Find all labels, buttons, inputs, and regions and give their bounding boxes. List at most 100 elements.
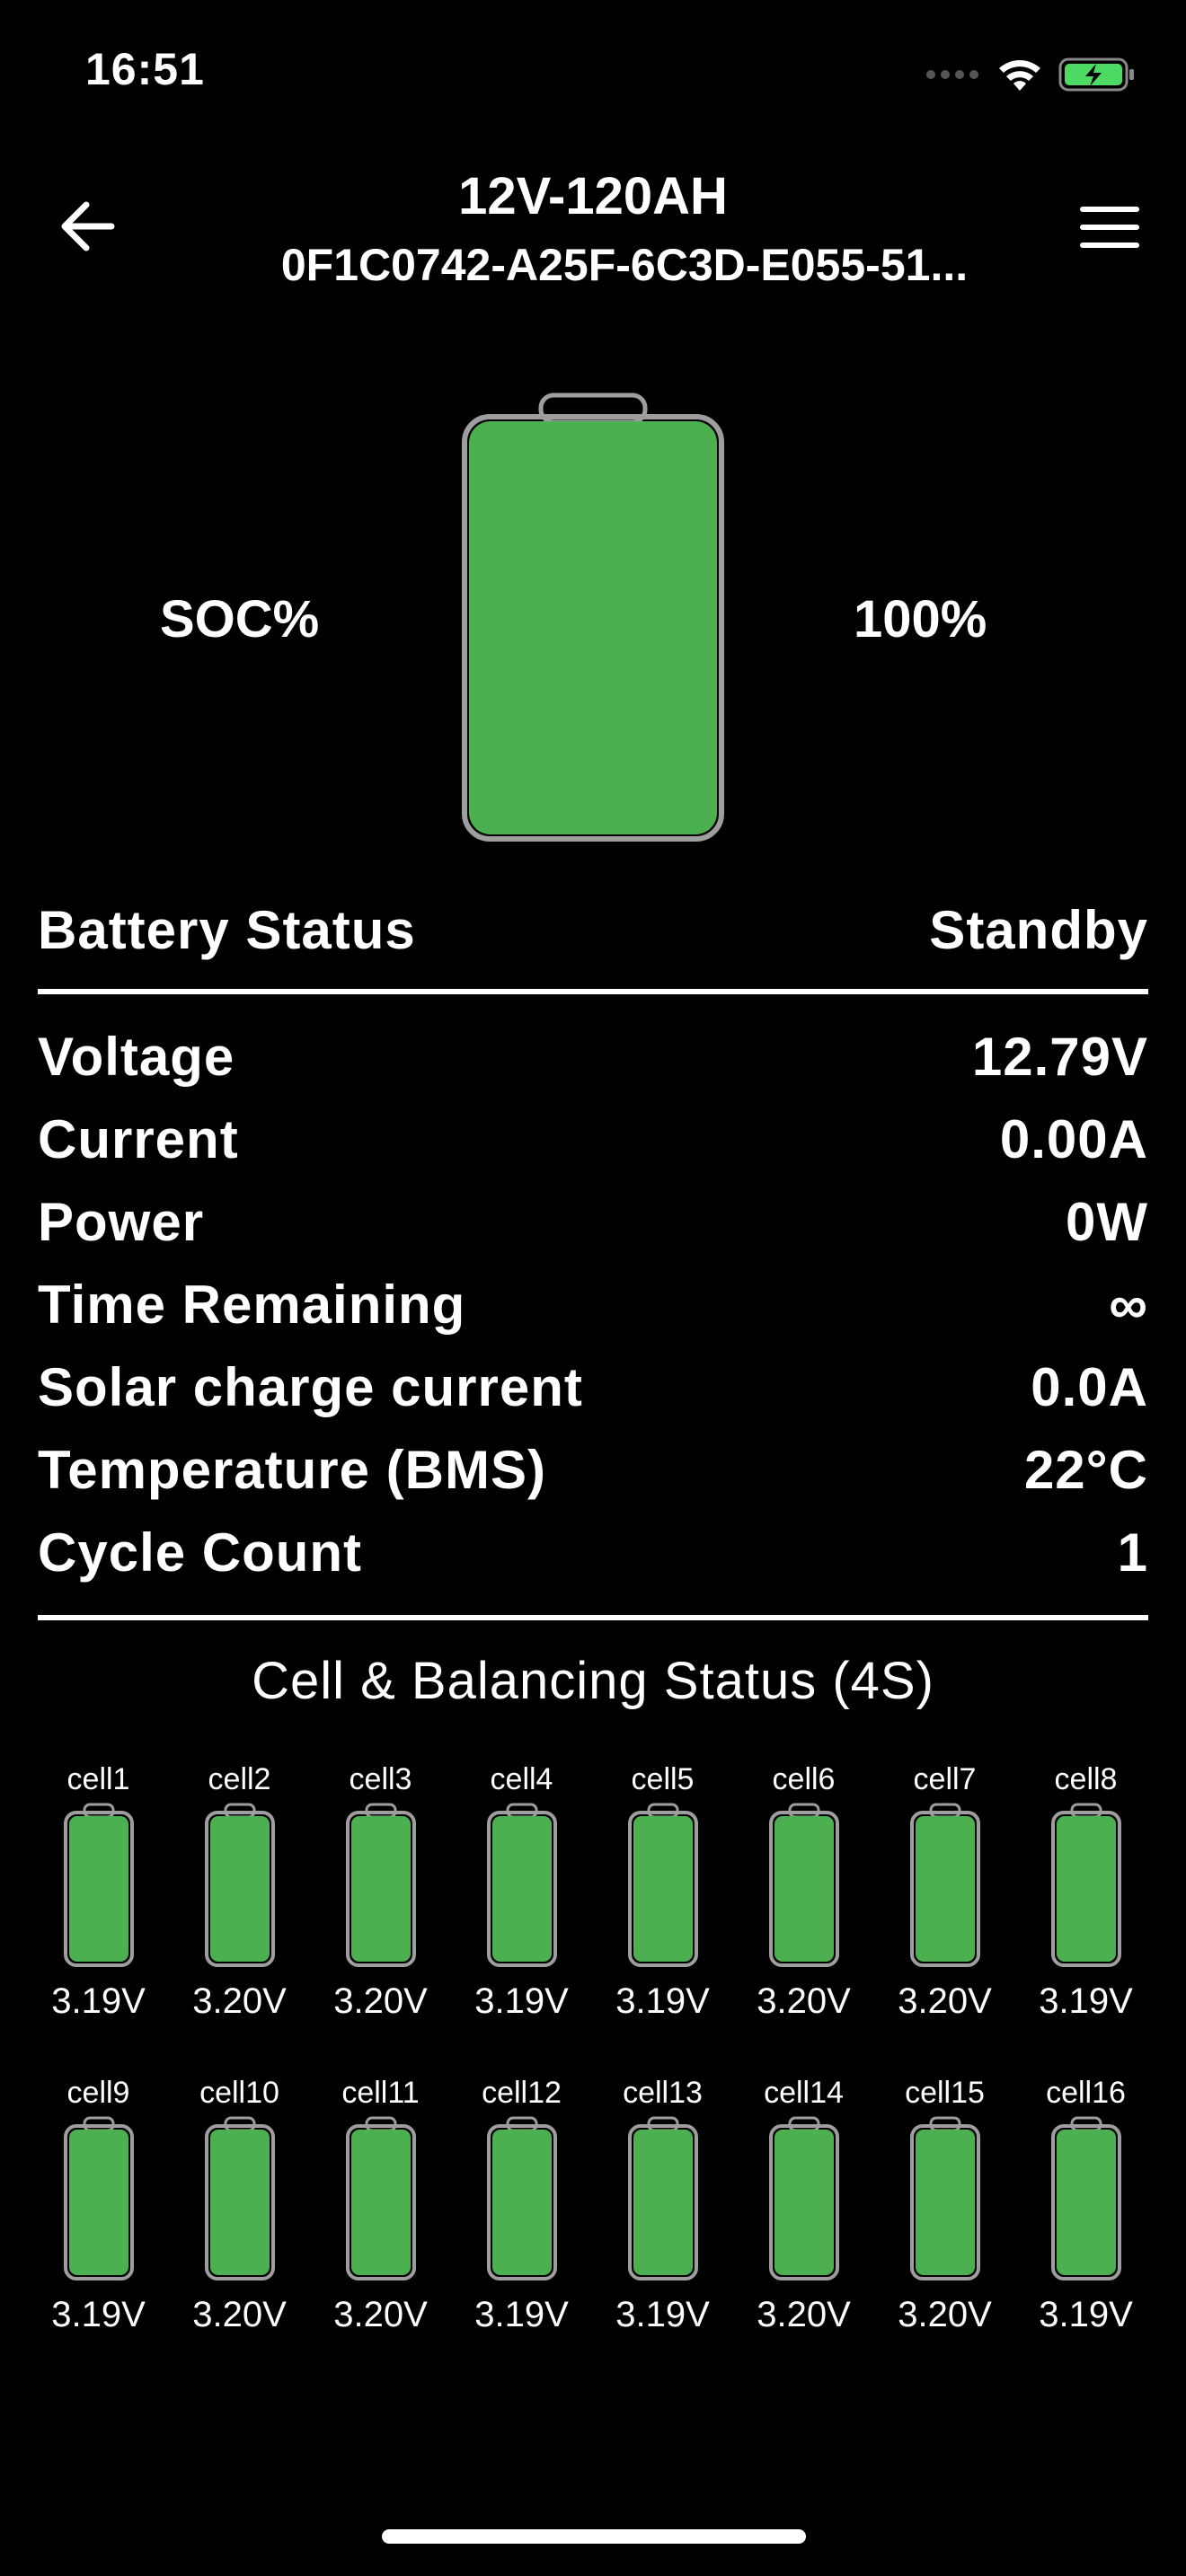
status-icons: [925, 52, 1136, 97]
cellular-signal-icon: [926, 70, 978, 79]
cell-name: cell3: [349, 1762, 412, 1796]
cell-name: cell7: [913, 1762, 977, 1796]
cell-battery-icon: [767, 1802, 841, 1969]
cell-battery-icon: [485, 1802, 559, 1969]
menu-button[interactable]: [1078, 205, 1141, 250]
cell-voltage: 3.19V: [1039, 2295, 1133, 2334]
cell-voltage: 3.19V: [51, 1981, 146, 2021]
metric-value: 12.79V: [971, 1026, 1148, 1087]
metric-label: Power: [38, 1191, 205, 1252]
metric-value: 0.00A: [999, 1108, 1148, 1169]
metric-row-power: Power 0W: [38, 1186, 1148, 1257]
home-indicator[interactable]: [382, 2529, 806, 2544]
cell-battery-icon: [62, 1802, 136, 1969]
cell-name: cell14: [764, 2076, 844, 2110]
cell-name: cell9: [66, 2076, 130, 2110]
soc-value: 100%: [854, 590, 987, 648]
battery-status-row: Battery Status Standby: [38, 894, 1148, 966]
cell-voltage: 3.20V: [898, 2295, 992, 2334]
cell-name: cell6: [772, 1762, 836, 1796]
cell-voltage: 3.20V: [898, 1981, 992, 2021]
cells-section-title: Cell & Balancing Status (4S): [252, 1652, 934, 1710]
cell-battery-icon: [767, 2115, 841, 2282]
cell-item: cell9 3.19V: [28, 2070, 169, 2367]
cell-item: cell2 3.20V: [169, 1757, 310, 2053]
cell-voltage: 3.20V: [333, 1981, 428, 2021]
cell-item: cell11 3.20V: [310, 2070, 451, 2367]
battery-status-label: Battery Status: [38, 899, 416, 960]
metric-value: ∞: [1109, 1274, 1148, 1335]
metric-label: Cycle Count: [38, 1522, 363, 1583]
cell-battery-icon: [908, 1802, 982, 1969]
metric-value: 1: [1117, 1522, 1148, 1583]
metric-row-voltage: Voltage 12.79V: [38, 1020, 1148, 1092]
cell-name: cell13: [623, 2076, 703, 2110]
metric-label: Current: [38, 1108, 239, 1169]
metric-label: Solar charge current: [38, 1356, 583, 1417]
cell-name: cell15: [905, 2076, 985, 2110]
cell-name: cell10: [199, 2076, 279, 2110]
metric-value: 0.0A: [1031, 1356, 1148, 1417]
cell-voltage: 3.19V: [474, 2295, 569, 2334]
divider: [38, 1615, 1148, 1620]
cell-item: cell1 3.19V: [28, 1757, 169, 2053]
cell-voltage: 3.20V: [757, 1981, 851, 2021]
metric-label: Time Remaining: [38, 1274, 466, 1335]
cell-battery-icon: [485, 2115, 559, 2282]
soc-fill: [469, 421, 717, 834]
soc-label: SOC%: [160, 590, 320, 648]
cell-name: cell5: [631, 1762, 695, 1796]
divider: [38, 989, 1148, 994]
cell-battery-icon: [203, 1802, 277, 1969]
cell-item: cell10 3.20V: [169, 2070, 310, 2367]
cell-voltage: 3.19V: [1039, 1981, 1133, 2021]
cell-item: cell15 3.20V: [874, 2070, 1015, 2367]
cell-battery-icon: [908, 2115, 982, 2282]
metric-row-solar-current: Solar charge current 0.0A: [38, 1351, 1148, 1423]
device-id: 0F1C0742-A25F-6C3D-E055-51...: [280, 240, 969, 290]
cell-battery-icon: [344, 2115, 418, 2282]
cell-voltage: 3.20V: [192, 1981, 287, 2021]
cell-battery-icon: [62, 2115, 136, 2282]
cell-battery-icon: [203, 2115, 277, 2282]
cell-voltage: 3.19V: [474, 1981, 569, 2021]
cell-item: cell6 3.20V: [733, 1757, 874, 2053]
cell-item: cell16 3.19V: [1015, 2070, 1156, 2367]
cell-item: cell12 3.19V: [451, 2070, 592, 2367]
cell-name: cell11: [341, 2076, 420, 2110]
cell-item: cell7 3.20V: [874, 1757, 1015, 2053]
hamburger-menu-icon: [1080, 207, 1139, 248]
cell-voltage: 3.20V: [757, 2295, 851, 2334]
wifi-icon: [999, 60, 1040, 91]
page-title: 12V-120AH: [458, 167, 728, 225]
cell-name: cell4: [490, 1762, 553, 1796]
cell-battery-icon: [1049, 2115, 1123, 2282]
metric-row-time-remaining: Time Remaining ∞: [38, 1268, 1148, 1340]
metric-row-cycle-count: Cycle Count 1: [38, 1516, 1148, 1588]
metric-label: Voltage: [38, 1026, 235, 1087]
cell-voltage: 3.19V: [51, 2295, 146, 2334]
status-time: 16:51: [85, 44, 205, 94]
metric-label: Temperature (BMS): [38, 1439, 546, 1500]
metric-value: 22°C: [1023, 1439, 1148, 1500]
soc-battery-gauge: [458, 392, 728, 846]
cell-battery-icon: [344, 1802, 418, 1969]
cell-voltage: 3.20V: [192, 2295, 287, 2334]
cell-battery-icon: [626, 1802, 700, 1969]
battery-icon: [462, 393, 724, 842]
metric-row-temperature: Temperature (BMS) 22°C: [38, 1434, 1148, 1505]
cell-item: cell5 3.19V: [592, 1757, 733, 2053]
cell-item: cell4 3.19V: [451, 1757, 592, 2053]
cell-battery-icon: [1049, 1802, 1123, 1969]
cell-item: cell14 3.20V: [733, 2070, 874, 2367]
battery-status-value: Standby: [929, 899, 1148, 960]
cell-name: cell1: [66, 1762, 130, 1796]
cell-voltage: 3.20V: [333, 2295, 428, 2334]
metric-value: 0W: [1066, 1191, 1148, 1252]
cell-name: cell12: [482, 2076, 562, 2110]
charging-battery-icon: [1058, 57, 1134, 92]
cell-name: cell2: [208, 1762, 271, 1796]
cell-item: cell8 3.19V: [1015, 1757, 1156, 2053]
cell-battery-icon: [626, 2115, 700, 2282]
cell-voltage: 3.19V: [615, 2295, 710, 2334]
